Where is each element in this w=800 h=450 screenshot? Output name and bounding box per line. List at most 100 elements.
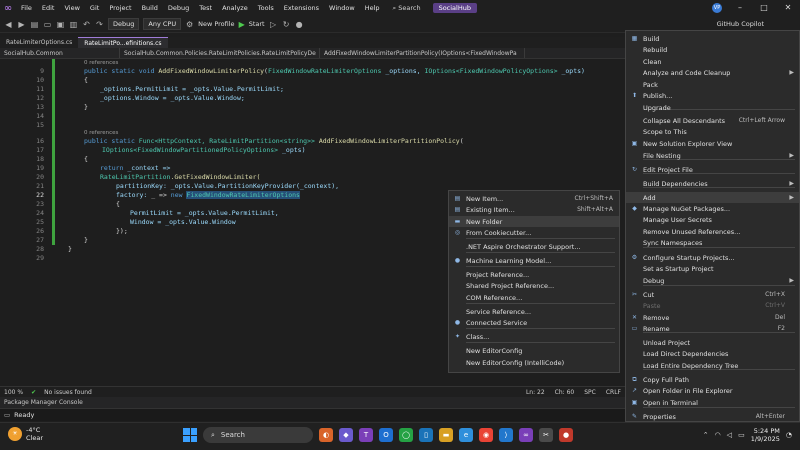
context-menu-item-scope-to-this[interactable]: Scope to This — [626, 126, 799, 137]
context-menu-item-rebuild[interactable]: Rebuild — [626, 44, 799, 55]
context-menu-item-manage-user-secrets[interactable]: Manage User Secrets — [626, 214, 799, 225]
vscode-app-icon[interactable]: ⟩ — [499, 428, 513, 442]
breakpoint-icon[interactable]: ● — [295, 20, 304, 29]
context-menu-item-analyze-and-code-cleanup[interactable]: Analyze and Code Cleanup ▶ — [626, 67, 799, 78]
add-submenu-item-new-editorconfig[interactable]: New EditorConfig — [449, 345, 619, 356]
undo-icon[interactable]: ↶ — [82, 20, 91, 29]
teams-app-icon[interactable]: T — [359, 428, 373, 442]
minimize-icon[interactable]: – — [728, 0, 752, 16]
wifi-icon[interactable]: ◠ — [715, 431, 721, 439]
context-menu-item-remove-unused-references[interactable]: Remove Unused References... — [626, 226, 799, 237]
context-menu-item-edit-project-file[interactable]: ↻ Edit Project File — [626, 164, 799, 175]
volume-icon[interactable]: ◁ — [727, 431, 732, 439]
whatsapp-app-icon[interactable]: ◯ — [399, 428, 413, 442]
start-button[interactable]: Start — [249, 20, 265, 28]
visual-studio-logo-icon[interactable]: ∞ — [0, 0, 16, 16]
context-menu-item-add[interactable]: Add ▶ — [626, 192, 799, 203]
redo-icon[interactable]: ↷ — [95, 20, 104, 29]
battery-icon[interactable]: ▭ — [738, 431, 745, 439]
add-submenu-item-from-cookiecutter[interactable]: ◎ From Cookiecutter... — [449, 227, 619, 238]
save-icon[interactable]: ▣ — [56, 20, 65, 29]
menu-edit[interactable]: Edit — [37, 0, 60, 16]
forward-icon[interactable]: ▶ — [17, 20, 26, 29]
widgets-app-icon[interactable]: ◐ — [319, 428, 333, 442]
zoom-level[interactable]: 100 % — [4, 389, 23, 396]
line-indicator[interactable]: Ln: 22 — [526, 389, 545, 396]
add-submenu-item-machine-learning-model[interactable]: ● Machine Learning Model... — [449, 255, 619, 266]
add-submenu-item-existing-item[interactable]: ▤ Existing Item... Shift+Alt+A — [449, 204, 619, 215]
context-menu-item-set-as-startup-project[interactable]: Set as Startup Project — [626, 263, 799, 274]
menu-extensions[interactable]: Extensions — [279, 0, 324, 16]
context-menu-item-load-direct-dependencies[interactable]: Load Direct Dependencies — [626, 348, 799, 359]
context-menu-item-manage-nuget-packages[interactable]: ◆ Manage NuGet Packages... — [626, 203, 799, 214]
weather-widget[interactable]: ☀ -4°C Clear — [8, 426, 43, 442]
context-menu-item-properties[interactable]: ✎ Properties Alt+Enter — [626, 411, 799, 422]
line-ending-indicator[interactable]: CRLF — [606, 389, 621, 396]
context-menu-item-new-solution-explorer-view[interactable]: ▣ New Solution Explorer View — [626, 138, 799, 149]
context-menu-item-paste[interactable]: Paste Ctrl+V — [626, 300, 799, 311]
context-menu-item-remove[interactable]: ✕ Remove Del — [626, 312, 799, 323]
context-menu-item-cut[interactable]: ✂ Cut Ctrl+X — [626, 289, 799, 300]
issues-indicator[interactable]: No issues found — [44, 389, 92, 396]
copilot-app-icon[interactable]: ◆ — [339, 428, 353, 442]
context-menu-item-clean[interactable]: Clean — [626, 56, 799, 67]
tab-ratelimiteroptions[interactable]: RateLimiterOptions.cs — [0, 37, 78, 48]
context-menu-item-rename[interactable]: ▭ Rename F2 — [626, 323, 799, 334]
maximize-icon[interactable]: □ — [752, 0, 776, 16]
clock[interactable]: 5:24 PM 1/9/2025 — [751, 427, 780, 443]
add-submenu-item-connected-service[interactable]: ● Connected Service — [449, 317, 619, 328]
outlook-app-icon[interactable]: O — [379, 428, 393, 442]
save-all-icon[interactable]: ▥ — [69, 20, 78, 29]
context-menu-item-debug[interactable]: Debug ▶ — [626, 275, 799, 286]
new-file-icon[interactable]: ▤ — [30, 20, 39, 29]
menu-test[interactable]: Test — [194, 0, 217, 16]
context-menu-item-upgrade[interactable]: Upgrade — [626, 102, 799, 113]
context-menu-item-unload-project[interactable]: Unload Project — [626, 337, 799, 348]
media-app-icon[interactable]: ● — [559, 428, 573, 442]
add-submenu-item-service-reference[interactable]: Service Reference... — [449, 306, 619, 317]
add-submenu-item-shared-project-reference[interactable]: Shared Project Reference... — [449, 280, 619, 291]
visual-studio-app-icon[interactable]: ∞ — [519, 428, 533, 442]
phone-link-app-icon[interactable]: ▯ — [419, 428, 433, 442]
menu-analyze[interactable]: Analyze — [217, 0, 253, 16]
search-box[interactable]: ⌕ Search — [387, 4, 427, 13]
close-icon[interactable]: ✕ — [776, 0, 800, 16]
add-submenu-item-new-item[interactable]: ▤ New Item... Ctrl+Shift+A — [449, 193, 619, 204]
menu-project[interactable]: Project — [104, 0, 136, 16]
context-menu-item-build[interactable]: ▦ Build — [626, 33, 799, 44]
add-submenu-item-com-reference[interactable]: COM Reference... — [449, 292, 619, 303]
notifications-icon[interactable]: ◔ — [786, 431, 792, 439]
chrome-app-icon[interactable]: ◉ — [479, 428, 493, 442]
context-menu-item-copy-full-path[interactable]: ⧉ Copy Full Path — [626, 374, 799, 385]
add-submenu-item-new-editorconfig-intellicode[interactable]: New EditorConfig (IntelliCode) — [449, 357, 619, 368]
configuration-dropdown[interactable]: Debug — [108, 18, 140, 30]
menu-view[interactable]: View — [59, 0, 84, 16]
project-dropdown[interactable]: SocialHub.Common — [0, 48, 120, 58]
back-icon[interactable]: ◀ — [4, 20, 13, 29]
platform-dropdown[interactable]: Any CPU — [143, 18, 182, 30]
edge-app-icon[interactable]: e — [459, 428, 473, 442]
context-menu-item-file-nesting[interactable]: File Nesting ▶ — [626, 150, 799, 161]
hot-reload-icon[interactable]: ↻ — [282, 20, 291, 29]
context-menu-item-sync-namespaces[interactable]: Sync Namespaces — [626, 237, 799, 248]
open-file-icon[interactable]: ▭ — [43, 20, 52, 29]
menu-debug[interactable]: Debug — [163, 0, 194, 16]
taskbar-search[interactable]: ⌕ Search — [203, 427, 313, 443]
add-submenu-item-net-aspire-orchestrator-support[interactable]: .NET Aspire Orchestrator Support... — [449, 241, 619, 252]
snipping-tool-app-icon[interactable]: ✂ — [539, 428, 553, 442]
context-menu-item-collapse-all-descendants[interactable]: Collapse All Descendants Ctrl+Left Arrow — [626, 115, 799, 126]
add-submenu-item-project-reference[interactable]: Project Reference... — [449, 269, 619, 280]
member-dropdown[interactable]: AddFixedWindowLimiterPartitionPolicy(IOp… — [320, 48, 525, 58]
package-manager-console-tab[interactable]: Package Manager Console — [0, 397, 625, 408]
char-indicator[interactable]: Ch: 60 — [555, 389, 575, 396]
add-submenu-item-class[interactable]: ✦ Class... — [449, 331, 619, 342]
menu-tools[interactable]: Tools — [253, 0, 279, 16]
menu-window[interactable]: Window — [324, 0, 360, 16]
file-explorer-app-icon[interactable]: ▬ — [439, 428, 453, 442]
context-menu-item-pack[interactable]: Pack — [626, 79, 799, 90]
avatar[interactable]: VP — [712, 3, 722, 13]
menu-git[interactable]: Git — [85, 0, 104, 16]
context-menu-item-publish[interactable]: ⬆ Publish... — [626, 90, 799, 101]
context-menu-item-open-in-terminal[interactable]: ▣ Open in Terminal — [626, 397, 799, 408]
start-icon[interactable]: ▶ — [239, 20, 245, 29]
